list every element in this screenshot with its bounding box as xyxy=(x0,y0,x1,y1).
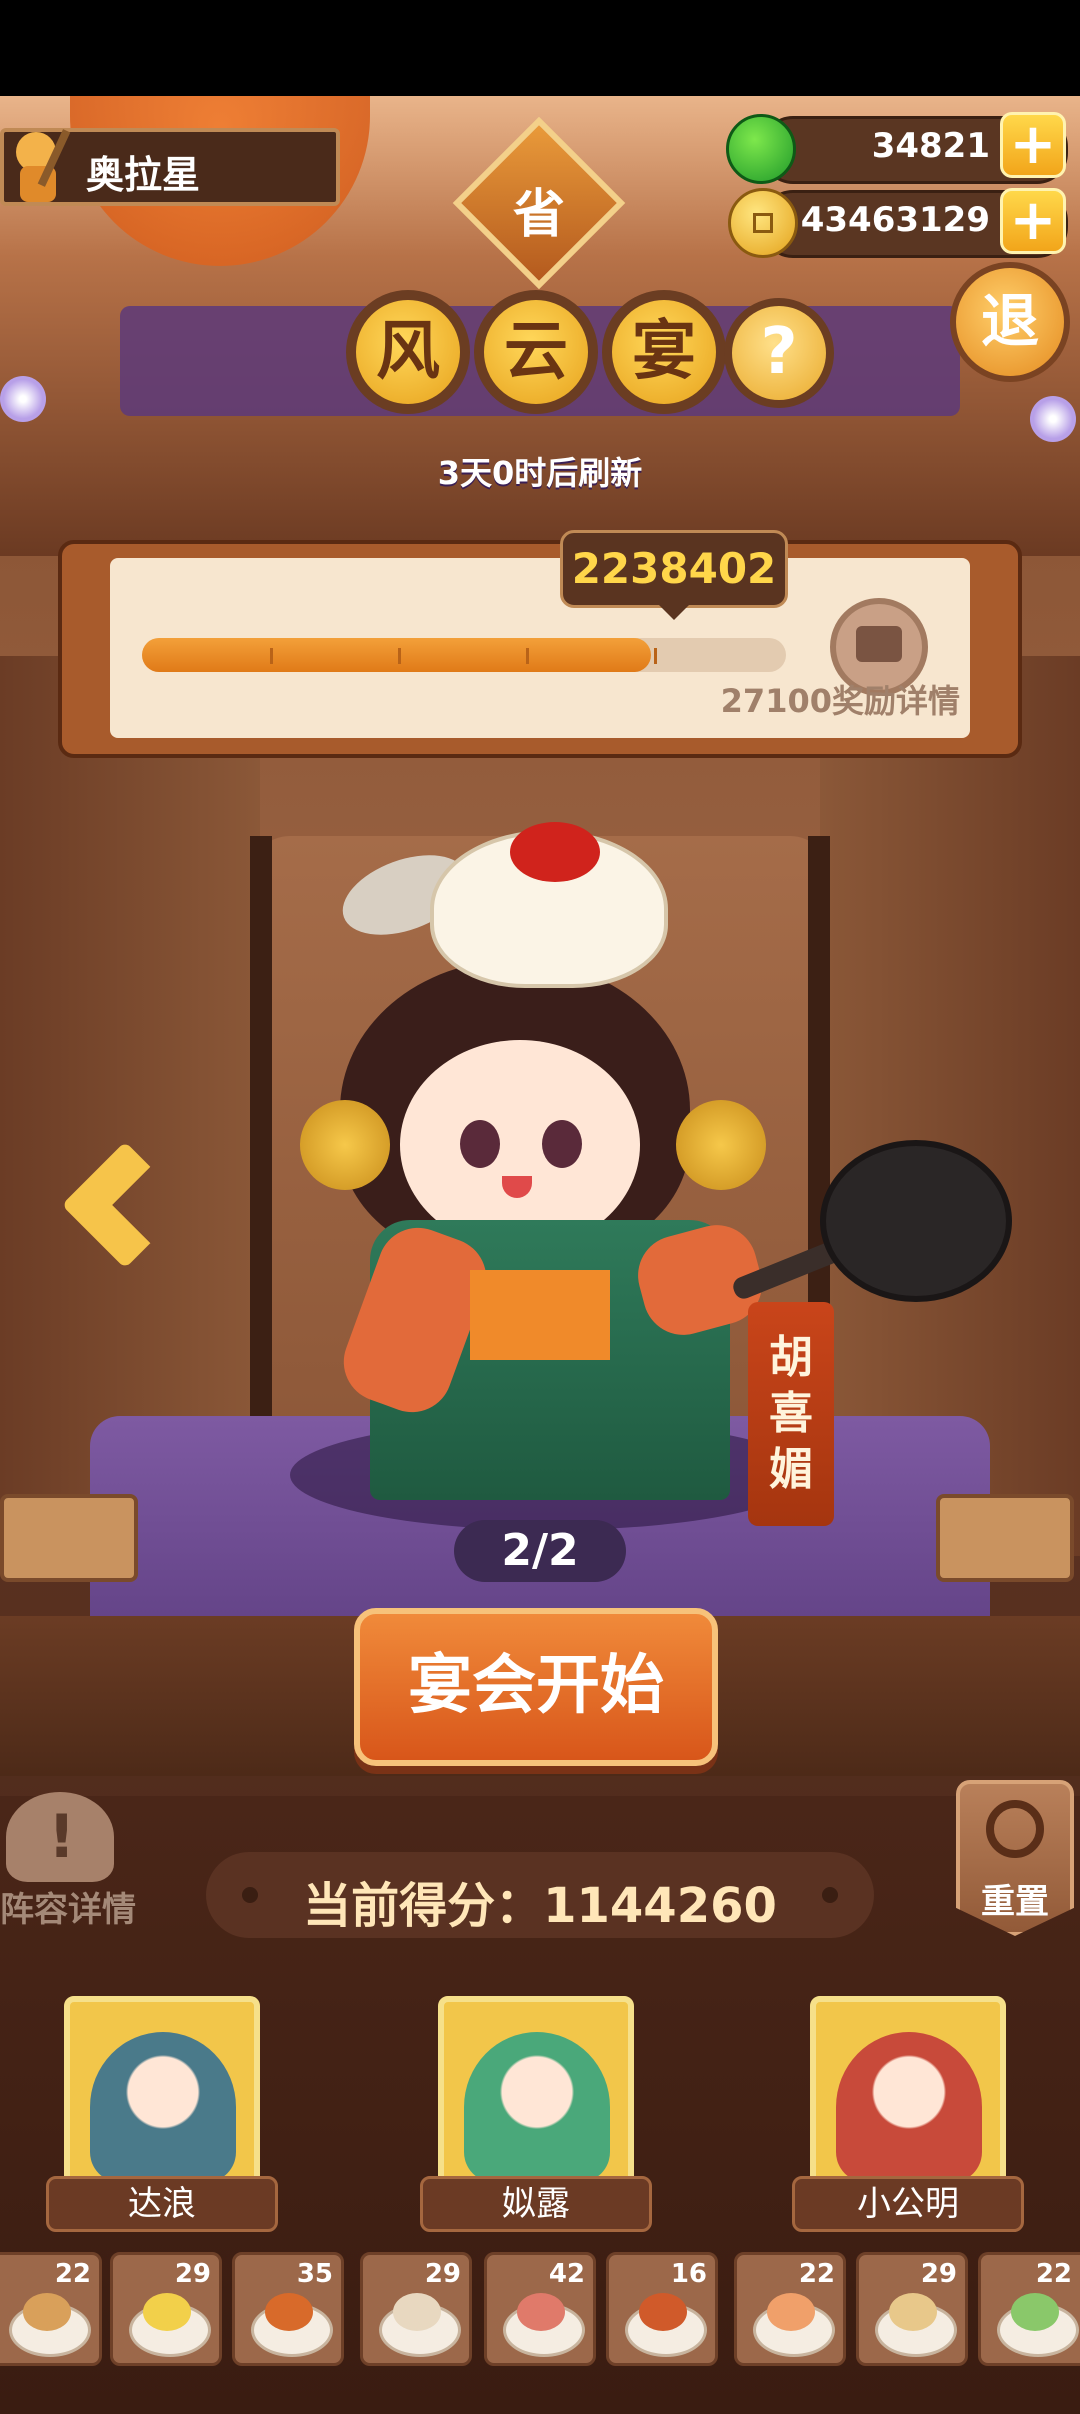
gift-icon xyxy=(856,626,902,662)
hero-portrait xyxy=(464,2032,610,2182)
dish-item[interactable]: 22 xyxy=(0,2252,102,2366)
dish-item[interactable]: 29 xyxy=(856,2252,968,2366)
exclamation-icon: ! xyxy=(48,1802,76,1872)
hair-ornament-right xyxy=(676,1100,766,1190)
progress-tick xyxy=(654,648,657,664)
food-icon xyxy=(767,2293,815,2331)
dish-count: 35 xyxy=(296,2259,333,2289)
food-icon xyxy=(1011,2293,1059,2331)
title-char-yan: 宴 xyxy=(602,290,726,414)
dish-count: 22 xyxy=(1035,2259,1072,2289)
food-icon xyxy=(265,2293,313,2331)
hero-name-silu: 姒露 xyxy=(420,2176,652,2232)
help-button[interactable]: ? xyxy=(724,298,834,408)
progress-tick xyxy=(398,648,401,664)
hero-portrait xyxy=(90,2032,236,2182)
hero-card-dalang[interactable] xyxy=(64,1996,260,2192)
current-score: 当前得分：1144260 xyxy=(303,1878,777,1934)
dish-item[interactable]: 29 xyxy=(360,2252,472,2366)
title-char-yun: 云 xyxy=(474,290,598,414)
title-char-feng: 风 xyxy=(346,290,470,414)
character-sash xyxy=(470,1270,610,1360)
province-badge-label: 省 xyxy=(512,185,565,245)
frying-pan-icon xyxy=(820,1140,1012,1302)
add-coin-button[interactable]: + xyxy=(1000,188,1066,254)
bench-right xyxy=(936,1494,1074,1582)
progress-tick xyxy=(526,648,529,664)
player-name: 奥拉星 xyxy=(86,153,201,197)
food-icon xyxy=(23,2293,71,2331)
food-icon xyxy=(517,2293,565,2331)
dish-count: 29 xyxy=(424,2259,461,2289)
dish-count: 22 xyxy=(798,2259,835,2289)
refresh-countdown: 3天0时后刷新 xyxy=(437,454,643,492)
character-name-char: 媚 xyxy=(769,1444,813,1495)
character-name-char: 胡 xyxy=(769,1332,813,1383)
hero-card-xiaogongming[interactable] xyxy=(810,1996,1006,2192)
hair-ornament-left xyxy=(300,1100,390,1190)
dish-count: 29 xyxy=(920,2259,957,2289)
hero-portrait xyxy=(836,2032,982,2182)
dish-count: 22 xyxy=(54,2259,91,2289)
food-icon xyxy=(889,2293,937,2331)
dish-count: 42 xyxy=(548,2259,585,2289)
bubble-pointer xyxy=(658,604,690,620)
character-eye-left xyxy=(460,1120,500,1168)
food-icon xyxy=(393,2293,441,2331)
lineup-details-label[interactable]: 阵容详情 xyxy=(0,1882,140,1931)
dish-item[interactable]: 42 xyxy=(484,2252,596,2366)
character-face xyxy=(400,1040,640,1250)
chicken-comb xyxy=(510,822,600,882)
hero-name-xiaogongming: 小公明 xyxy=(792,2176,1024,2232)
food-icon xyxy=(143,2293,191,2331)
jade-amount: 34821 xyxy=(871,126,990,166)
dish-count: 29 xyxy=(174,2259,211,2289)
character-eye-right xyxy=(542,1120,582,1168)
pillar-left xyxy=(250,836,272,1516)
dish-item[interactable]: 29 xyxy=(110,2252,222,2366)
hero-card-silu[interactable] xyxy=(438,1996,634,2192)
character-name: 胡 喜 媚 xyxy=(748,1330,834,1498)
flower-icon xyxy=(1030,396,1076,442)
character-name-char: 喜 xyxy=(769,1388,813,1439)
dish-item[interactable]: 22 xyxy=(978,2252,1080,2366)
dish-count: 16 xyxy=(670,2259,707,2289)
reward-details-label[interactable]: 27100奖励详情 xyxy=(720,676,960,722)
hero-name-dalang: 达浪 xyxy=(46,2176,278,2232)
player-avatar[interactable] xyxy=(6,122,80,208)
exit-button[interactable]: 退 xyxy=(950,262,1070,382)
reset-label: 重置 xyxy=(981,1882,1049,1922)
start-banquet-button[interactable]: 宴会开始 xyxy=(354,1608,718,1766)
dish-item[interactable]: 35 xyxy=(232,2252,344,2366)
refresh-icon xyxy=(986,1800,1044,1858)
add-jade-button[interactable]: + xyxy=(1000,112,1066,178)
dish-item[interactable]: 16 xyxy=(606,2252,718,2366)
flower-icon xyxy=(0,376,46,422)
dish-item[interactable]: 22 xyxy=(734,2252,846,2366)
progress-score-bubble: 2238402 xyxy=(560,530,788,608)
warrior-avatar-icon xyxy=(16,129,71,202)
progress-tick xyxy=(270,648,273,664)
bench-left xyxy=(0,1494,138,1582)
page-indicator: 2/2 xyxy=(454,1520,626,1582)
coin-amount: 43463129 xyxy=(800,200,990,240)
progress-fill xyxy=(142,638,651,672)
food-icon xyxy=(639,2293,687,2331)
